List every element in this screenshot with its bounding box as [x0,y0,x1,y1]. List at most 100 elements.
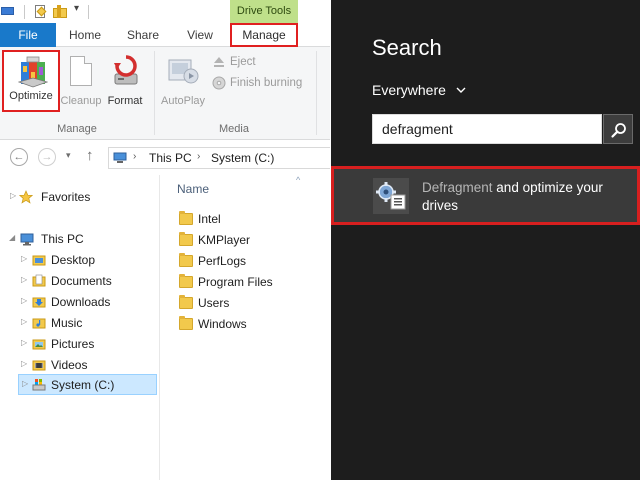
this-pc-icon [113,152,127,163]
tab-manage[interactable]: Manage [230,23,298,47]
search-button[interactable] [603,114,633,144]
folder-icon [179,274,193,288]
tree-label: Pictures [51,337,95,351]
burn-disc-icon [212,76,226,90]
quick-access-separator [24,5,25,19]
cleanup-button[interactable]: Cleanup [58,52,104,110]
tree-item-system-drive[interactable]: ▷ System (C:) [18,374,157,395]
pictures-folder-icon [32,339,46,350]
chevron-down-icon [456,87,466,93]
tree-label: Desktop [51,253,96,267]
search-result-text: Defragment and optimize your drives [422,179,632,215]
search-icon [611,123,626,138]
system-menu-icon[interactable] [1,4,15,20]
tree-label: This PC [41,232,84,246]
expand-arrow-icon[interactable]: ▷ [21,338,27,347]
properties-icon[interactable] [34,4,47,20]
manage-group-label: Manage [57,123,97,135]
folder-icon [179,211,193,225]
computer-icon [20,233,34,246]
navigation-bar: ← → ▾ ↑ › This PC › System (C:) [0,143,330,171]
cleanup-label: Cleanup [60,95,102,107]
quick-access-separator [88,5,89,19]
tab-home[interactable]: Home [56,23,114,47]
desktop-folder-icon [32,255,46,266]
tree-label: Videos [51,358,88,372]
downloads-folder-icon [32,297,46,308]
videos-folder-icon [32,360,46,371]
tab-file[interactable]: File [0,23,56,47]
expand-arrow-icon[interactable]: ▷ [21,296,27,305]
folder-icon [179,316,193,330]
ribbon-tab-bar: File Home Share View Manage [0,23,330,47]
file-name: Users [198,296,230,310]
expand-arrow-icon[interactable]: ▷ [21,317,27,326]
optimize-label: Optimize [9,90,53,102]
ribbon-group-separator [316,51,317,135]
optimize-button[interactable]: Optimize [2,50,60,112]
tree-label: Music [51,316,83,330]
eject-label: Eject [230,56,256,68]
search-input[interactable] [373,115,602,143]
file-name: Windows [198,317,247,331]
tree-item-downloads[interactable]: ▷ Downloads [0,292,158,313]
search-scope-label: Everywhere [372,82,446,98]
expand-arrow-icon[interactable]: ▷ [10,191,16,200]
collapse-arrow-icon[interactable]: ◢ [9,233,15,242]
tree-item-favorites[interactable]: ▷ Favorites [0,187,158,208]
cleanup-icon [70,56,92,86]
breadcrumb-separator-icon[interactable]: › [197,151,200,162]
star-icon [19,190,33,204]
autoplay-button[interactable]: AutoPlay [158,52,208,110]
recent-locations-icon[interactable]: ▾ [66,150,71,161]
column-header-name[interactable]: Name [177,182,209,196]
tab-view[interactable]: View [172,23,228,47]
back-button[interactable]: ← [10,148,28,166]
title-bar: ▾ Drive Tools [0,0,330,23]
forward-button[interactable]: → [38,148,56,166]
up-arrow-icon[interactable]: ↑ [86,147,94,164]
autoplay-icon [168,59,199,84]
eject-icon [214,57,224,67]
address-box[interactable]: › This PC › System (C:) [108,147,330,169]
tree-label: Downloads [51,295,111,309]
format-label: Format [107,95,143,107]
tab-share[interactable]: Share [114,23,172,47]
optimize-icon [18,56,48,88]
folder-icon [179,295,193,309]
tree-item-this-pc[interactable]: ◢ This PC [0,229,158,250]
search-charm-panel: Search Everywhere defragment Defragment … [331,0,640,480]
expand-arrow-icon[interactable]: ▷ [21,275,27,284]
tree-label: System (C:) [51,378,115,392]
format-icon [114,55,138,85]
system-drive-icon [32,379,46,391]
format-button[interactable]: Format [104,52,146,110]
breadcrumb-system-drive[interactable]: System (C:) [211,151,274,165]
quick-access-dropdown-icon[interactable]: ▾ [74,3,79,14]
tree-item-music[interactable]: ▷ Music [0,313,158,334]
ribbon-group-separator [154,51,155,135]
file-explorer-window: ▾ Drive Tools File Home Share View Manag… [0,0,330,480]
file-name: PerfLogs [198,254,247,268]
music-folder-icon [32,318,46,329]
search-result-highlight: Defragment [422,180,493,195]
expand-arrow-icon[interactable]: ▷ [21,359,27,368]
tree-item-documents[interactable]: ▷ Documents [0,271,158,292]
folder-icon [179,232,193,246]
file-name: KMPlayer [198,233,251,247]
search-box [372,114,602,144]
expand-arrow-icon[interactable]: ▷ [21,254,27,263]
sort-ascending-icon: ^ [296,175,301,185]
tree-item-desktop[interactable]: ▷ Desktop [0,250,158,271]
folder-icon [179,253,193,267]
defragment-gear-icon [373,178,409,214]
breadcrumb-this-pc[interactable]: This PC [149,151,192,165]
tree-item-pictures[interactable]: ▷ Pictures [0,334,158,355]
tree-label: Favorites [41,190,91,204]
autoplay-label: AutoPlay [160,95,206,107]
breadcrumb-separator-icon[interactable]: › [133,151,136,162]
new-folder-icon[interactable] [52,4,68,20]
expand-arrow-icon[interactable]: ▷ [22,379,28,388]
search-result-item[interactable]: Defragment and optimize your drives [331,166,640,225]
tree-item-videos[interactable]: ▷ Videos [0,355,158,376]
